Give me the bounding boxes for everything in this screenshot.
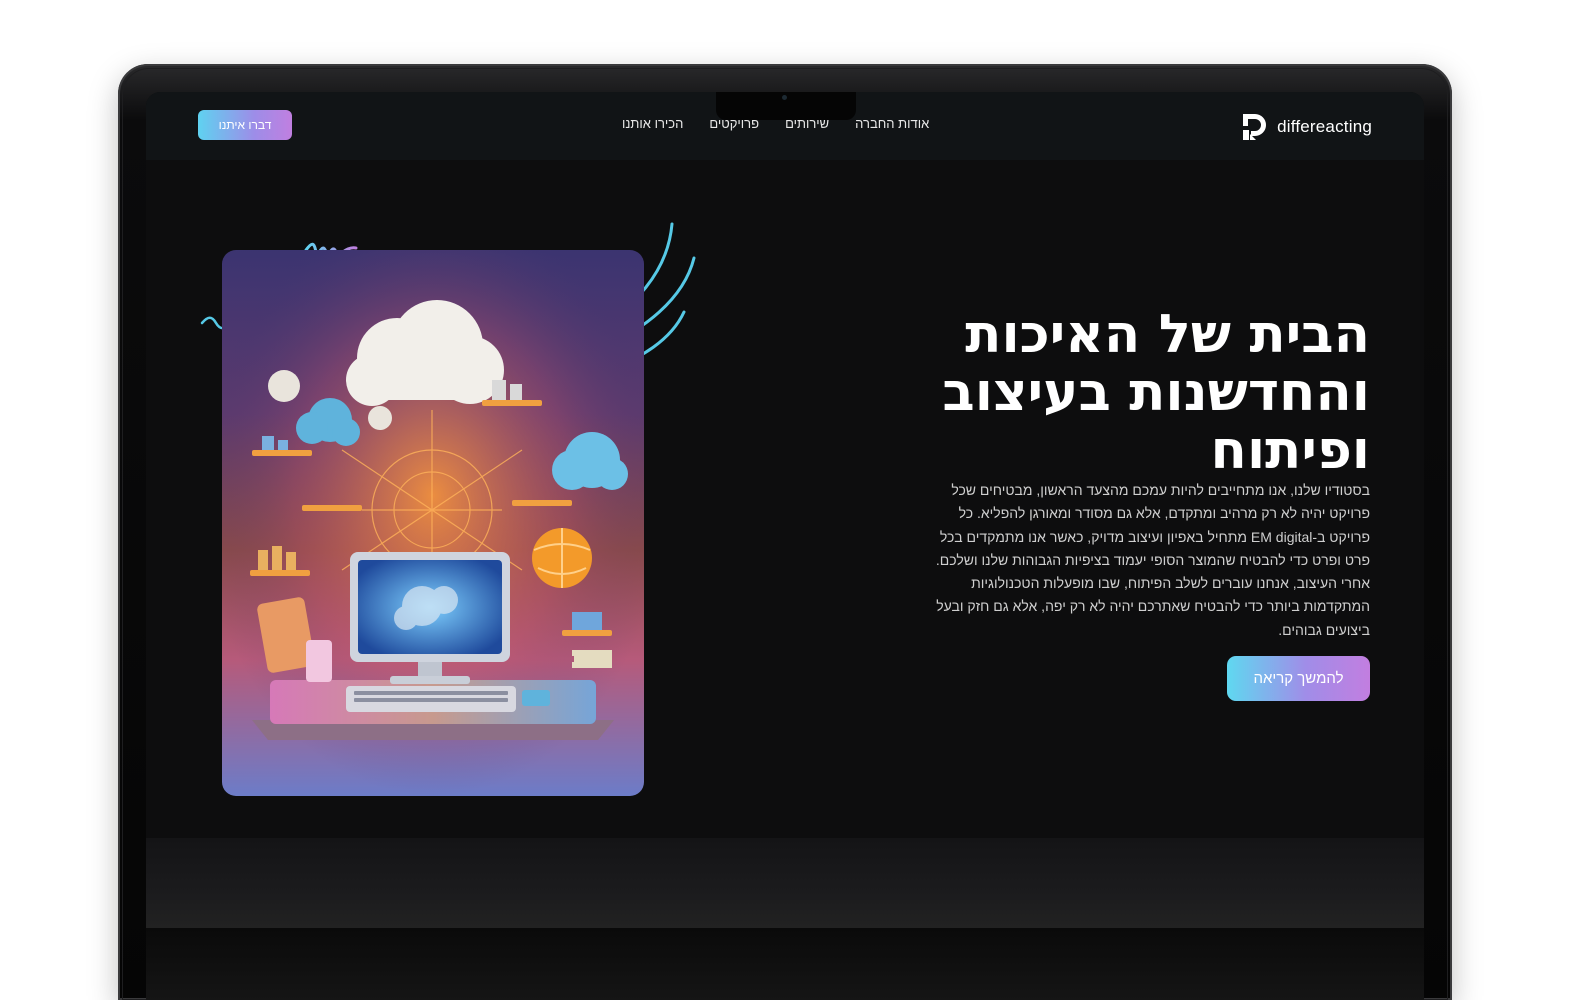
brand-logo-icon: [1243, 114, 1267, 140]
camera-dot: [782, 95, 787, 100]
laptop-keyboard-edge: [146, 928, 1424, 1000]
contact-us-button[interactable]: דברו איתנו: [198, 110, 292, 140]
hero-illustration-graphic: [222, 250, 644, 796]
hero-illustration: [222, 250, 644, 796]
brand-logo[interactable]: differeacting: [1239, 110, 1372, 144]
nav-item-about[interactable]: אודות החברה: [855, 116, 929, 131]
hero-body: בסטודיו שלנו, אנו מתחייבים להיות עמכם מה…: [935, 482, 1370, 638]
screen: differeacting אודות החברה שירותים פרויקט…: [146, 92, 1424, 928]
screen-reflection: [146, 838, 1424, 928]
brand-name: differeacting: [1277, 117, 1372, 136]
hero-title: הבית של האיכות והחדשנות בעיצוב ופיתוח: [942, 304, 1370, 481]
nav-item-meet-us[interactable]: הכירו אותנו: [622, 116, 683, 131]
read-more-button[interactable]: להמשך קריאה: [1227, 656, 1370, 701]
